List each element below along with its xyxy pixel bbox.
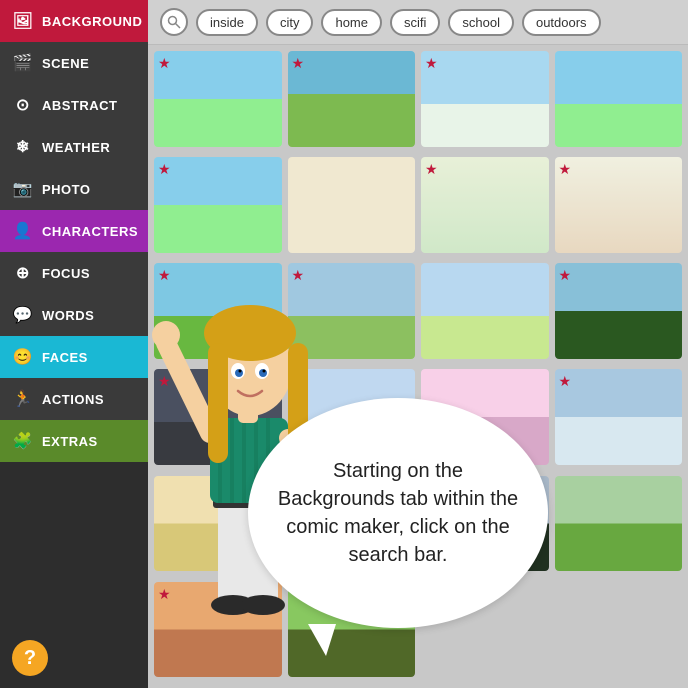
sidebar-item-focus[interactable]: ⊕ FOCUS	[0, 252, 148, 294]
grid-cell-4[interactable]	[555, 51, 683, 147]
sidebar-item-background[interactable]: 🖼 Background ▼	[0, 0, 148, 42]
grid-cell-21[interactable]: ★	[154, 582, 282, 678]
grid-cell-16[interactable]: ★	[555, 369, 683, 465]
search-bar: inside city home scifi school outdoors	[148, 0, 688, 45]
star-icon: ★	[559, 161, 572, 178]
words-icon: 💬	[12, 304, 34, 326]
filter-outdoors[interactable]: outdoors	[522, 9, 601, 36]
abstract-icon: ⊙	[12, 94, 34, 116]
focus-icon: ⊕	[12, 262, 34, 284]
star-icon: ★	[158, 55, 171, 72]
characters-icon: 👤	[12, 220, 34, 242]
filter-home[interactable]: home	[321, 9, 382, 36]
sidebar-item-words[interactable]: 💬 Words	[0, 294, 148, 336]
sidebar-bottom: ?	[0, 628, 148, 688]
star-icon: ★	[158, 161, 171, 178]
star-icon: ★	[158, 586, 171, 603]
sidebar-item-weather[interactable]: ❄ WEATHER	[0, 126, 148, 168]
faces-icon: 😊	[12, 346, 34, 368]
grid-cell-5[interactable]: ★	[154, 157, 282, 253]
star-icon: ★	[425, 55, 438, 72]
grid-cell-12[interactable]: ★	[555, 263, 683, 359]
grid-cell-3[interactable]: ★	[421, 51, 549, 147]
grid-cell-20[interactable]	[555, 476, 683, 572]
star-icon: ★	[425, 161, 438, 178]
sidebar-item-label: WEATHER	[42, 140, 110, 155]
filter-scifi[interactable]: scifi	[390, 9, 440, 36]
sidebar-item-extras[interactable]: 🧩 EXTRAS	[0, 420, 148, 462]
sidebar-item-label: EXTRAS	[42, 434, 98, 449]
grid-cell-1[interactable]: ★	[154, 51, 282, 147]
grid-cell-10[interactable]: ★	[288, 263, 416, 359]
speech-bubble-text: Starting on the Backgrounds tab within t…	[272, 457, 524, 569]
help-button[interactable]: ?	[12, 640, 48, 676]
sidebar-item-scene[interactable]: 🎬 SCENE	[0, 42, 148, 84]
star-icon: ★	[158, 267, 171, 284]
photo-icon: 📷	[12, 178, 34, 200]
scene-icon: 🎬	[12, 52, 34, 74]
background-icon: 🖼	[12, 10, 34, 32]
sidebar-item-label: PHOTO	[42, 182, 91, 197]
speech-bubble: Starting on the Backgrounds tab within t…	[248, 398, 548, 628]
star-icon: ★	[292, 55, 305, 72]
star-icon: ★	[559, 267, 572, 284]
search-icon	[167, 15, 181, 29]
grid-cell-9[interactable]: ★	[154, 263, 282, 359]
search-button[interactable]	[160, 8, 188, 36]
grid-cell-13[interactable]: ★	[154, 369, 282, 465]
sidebar-item-label: Background	[42, 14, 142, 29]
grid-cell-8[interactable]: ★	[555, 157, 683, 253]
grid-cell-2[interactable]: ★	[288, 51, 416, 147]
star-icon: ★	[158, 373, 171, 390]
sidebar: 🖼 Background ▼ 🎬 SCENE ⊙ ABSTRACT ❄ WEAT…	[0, 0, 148, 688]
grid-cell-6[interactable]	[288, 157, 416, 253]
star-icon: ★	[292, 373, 305, 390]
filter-school[interactable]: school	[448, 9, 514, 36]
sidebar-item-abstract[interactable]: ⊙ ABSTRACT	[0, 84, 148, 126]
sidebar-item-label: ABSTRACT	[42, 98, 118, 113]
star-icon: ★	[559, 373, 572, 390]
actions-icon: 🏃	[12, 388, 34, 410]
sidebar-item-actions[interactable]: 🏃 ACTIONS	[0, 378, 148, 420]
sidebar-item-faces[interactable]: 😊 FACES	[0, 336, 148, 378]
weather-icon: ❄	[12, 136, 34, 158]
sidebar-item-label: FOCUS	[42, 266, 90, 281]
sidebar-item-label: SCENE	[42, 56, 89, 71]
extras-icon: 🧩	[12, 430, 34, 452]
main-content: inside city home scifi school outdoors ★…	[148, 0, 688, 688]
sidebar-item-characters[interactable]: 👤 characteRS	[0, 210, 148, 252]
sidebar-item-label: Words	[42, 308, 94, 323]
sidebar-item-photo[interactable]: 📷 PHOTO	[0, 168, 148, 210]
sidebar-item-label: characteRS	[42, 224, 138, 239]
sidebar-item-label: FACES	[42, 350, 88, 365]
grid-cell-7[interactable]: ★	[421, 157, 549, 253]
grid-cell-11[interactable]	[421, 263, 549, 359]
star-icon: ★	[292, 267, 305, 284]
sidebar-item-label: ACTIONS	[42, 392, 104, 407]
filter-city[interactable]: city	[266, 9, 314, 36]
filter-inside[interactable]: inside	[196, 9, 258, 36]
